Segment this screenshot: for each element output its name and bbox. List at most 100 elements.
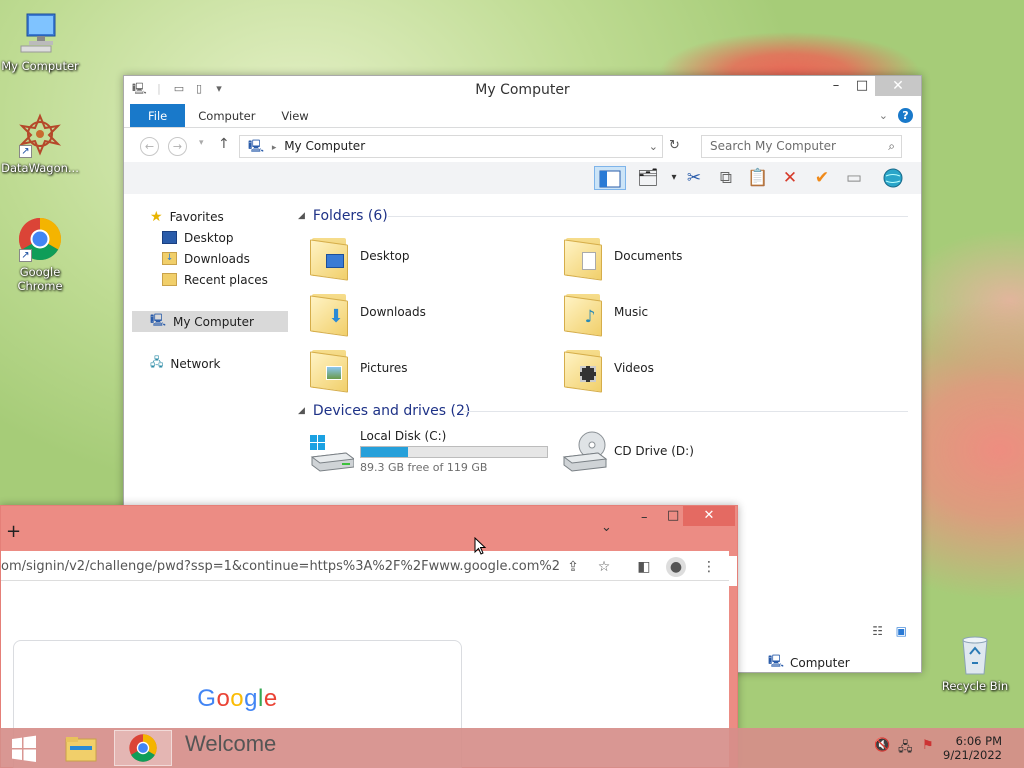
address-dropdown-icon[interactable]: ⌄ xyxy=(649,136,658,157)
search-input[interactable]: Search My Computer ⌕ xyxy=(701,135,902,158)
tab-view[interactable]: View xyxy=(268,104,321,127)
cd-drive-icon xyxy=(562,431,608,472)
bookmark-star-icon[interactable]: ☆ xyxy=(594,557,614,577)
desktop-icon-recycle-bin[interactable]: Recycle Bin xyxy=(935,630,1015,693)
up-button[interactable]: ↑ xyxy=(218,136,230,152)
expand-ribbon-icon[interactable]: ⌄ xyxy=(879,109,888,122)
drive-local-disk-c[interactable]: Local Disk (C:) 89.3 GB free of 119 GB xyxy=(308,426,548,476)
maximize-button[interactable]: □ xyxy=(849,76,875,96)
address-bar-row: ← → ▾ ↑ 🖳 ▸ My Computer ⌄ ↻ Search My Co… xyxy=(124,128,921,162)
forward-button[interactable]: → xyxy=(168,137,187,156)
desktop-icon-label: DataWagon... xyxy=(1,161,79,175)
start-button[interactable] xyxy=(0,730,48,766)
minimize-button[interactable]: – xyxy=(641,510,648,525)
details-view-icon[interactable]: ☷ xyxy=(872,624,883,638)
properties-folder-icon[interactable]: 🗂 xyxy=(636,166,660,190)
help-icon[interactable]: ? xyxy=(898,108,913,123)
folders-group-header[interactable]: ◢ Folders (6) xyxy=(298,208,388,224)
explorer-titlebar[interactable]: 🖳 | ▭ ▯ ▾ My Computer – □ ✕ xyxy=(124,76,921,104)
folder-label: Music xyxy=(614,305,649,319)
group-title: Folders (6) xyxy=(312,208,388,224)
desktop-icon-datawagon[interactable]: ↗ DataWagon... xyxy=(0,112,80,175)
taskbar-window-title: Welcome xyxy=(185,731,277,756)
folder-music[interactable]: ♪ Music xyxy=(562,287,812,337)
taskbar-chrome[interactable] xyxy=(114,730,172,766)
star-icon: ★ xyxy=(150,208,163,225)
folder-desktop[interactable]: Desktop xyxy=(308,231,558,281)
folder-label: Pictures xyxy=(360,361,408,375)
folder-documents[interactable]: Documents xyxy=(562,231,812,281)
mouse-cursor-icon xyxy=(474,537,487,555)
folder-label: Downloads xyxy=(360,305,426,319)
network-tray-icon[interactable]: 🖧 xyxy=(898,738,913,760)
tab-file[interactable]: File xyxy=(130,104,186,127)
nav-favorites[interactable]: ★ Favorites xyxy=(150,206,224,227)
group-title: Devices and drives (2) xyxy=(312,403,471,419)
clock-date: 9/21/2022 xyxy=(943,748,1002,762)
desktop-icon xyxy=(162,231,177,244)
desktop-icon-google-chrome[interactable]: ↗ Google Chrome xyxy=(0,216,80,293)
nav-label: Desktop xyxy=(184,230,234,245)
tab-search-icon[interactable]: ⌄ xyxy=(601,520,612,535)
tab-computer[interactable]: Computer xyxy=(185,104,268,127)
drive-label: Local Disk (C:) xyxy=(360,428,447,443)
divider xyxy=(388,216,908,217)
back-button[interactable]: ← xyxy=(140,137,159,156)
status-item-label: Computer xyxy=(790,655,850,670)
nav-desktop[interactable]: Desktop xyxy=(162,227,234,248)
cut-icon[interactable]: ✂ xyxy=(682,166,706,190)
nav-my-computer[interactable]: 🖳 My Computer xyxy=(132,311,288,332)
desktop-icon-my-computer[interactable]: My Computer xyxy=(0,10,80,73)
copy-icon[interactable]: ⧉ xyxy=(714,166,738,190)
desktop-icon-label: Google Chrome xyxy=(17,265,63,293)
nav-label: Recent places xyxy=(184,272,268,287)
profile-icon[interactable]: ● xyxy=(666,557,686,577)
shortcut-arrow-icon: ↗ xyxy=(19,145,32,158)
close-button[interactable]: ✕ xyxy=(875,76,921,96)
omnibox[interactable]: om/signin/v2/challenge/pwd?ssp=1&continu… xyxy=(1,555,561,579)
divider xyxy=(464,411,908,412)
clock[interactable]: 6:06 PM 9/21/2022 xyxy=(943,734,1002,762)
address-field[interactable]: 🖳 ▸ My Computer ⌄ xyxy=(239,135,663,158)
hard-drive-icon xyxy=(310,435,354,472)
side-panel-icon[interactable]: ◧ xyxy=(634,557,654,577)
paste-icon[interactable]: 📋 xyxy=(746,166,770,190)
close-button[interactable]: ✕ xyxy=(683,506,735,526)
nav-label: Favorites xyxy=(169,209,224,224)
move-to-icon[interactable]: ▭ xyxy=(842,166,866,190)
search-icon: ⌕ xyxy=(888,139,895,153)
preview-pane-icon[interactable] xyxy=(594,166,626,190)
computer-small-icon: 🖳 xyxy=(248,139,265,153)
large-icons-view-icon[interactable]: ▣ xyxy=(896,624,907,638)
delete-icon[interactable]: ✕ xyxy=(778,166,802,190)
volume-muted-icon[interactable]: 🔇 xyxy=(874,738,890,753)
folder-downloads[interactable]: ⬇ Downloads xyxy=(308,287,558,337)
menu-icon[interactable]: ⋮ xyxy=(699,557,719,577)
refresh-icon[interactable]: ↻ xyxy=(669,138,680,153)
drive-cd-d[interactable]: CD Drive (D:) xyxy=(562,426,694,476)
globe-icon[interactable] xyxy=(881,166,905,190)
folder-videos[interactable]: Videos xyxy=(562,343,812,393)
nav-recent-places[interactable]: Recent places xyxy=(162,269,268,290)
nav-downloads[interactable]: ↓ Downloads xyxy=(162,248,250,269)
rename-icon[interactable]: ✔ xyxy=(810,166,834,190)
maximize-button[interactable]: □ xyxy=(667,508,679,523)
taskbar-file-explorer[interactable] xyxy=(52,730,110,766)
devices-group-header[interactable]: ◢ Devices and drives (2) xyxy=(298,403,470,419)
network-icon: 🖧 xyxy=(150,355,164,369)
action-center-icon[interactable]: ⚑ xyxy=(922,738,934,753)
search-placeholder: Search My Computer xyxy=(710,139,836,153)
computer-icon xyxy=(17,10,63,56)
folder-pictures[interactable]: Pictures xyxy=(308,343,558,393)
new-tab-button[interactable]: + xyxy=(6,521,21,542)
datawagon-icon: ↗ xyxy=(17,112,63,158)
chrome-titlebar[interactable]: + ⌄ – □ ✕ xyxy=(1,506,737,556)
nav-network[interactable]: 🖧 Network xyxy=(150,353,221,374)
recent-locations-icon[interactable]: ▾ xyxy=(199,138,204,148)
share-icon[interactable]: ⇪ xyxy=(563,557,583,577)
minimize-button[interactable]: – xyxy=(823,76,849,96)
folder-icon xyxy=(308,232,352,281)
taskbar: Welcome 🔇 🖧 ⚑ 6:06 PM 9/21/2022 xyxy=(0,728,1024,768)
folder-icon: ♪ xyxy=(562,288,606,337)
drive-free-space: 89.3 GB free of 119 GB xyxy=(360,460,488,474)
